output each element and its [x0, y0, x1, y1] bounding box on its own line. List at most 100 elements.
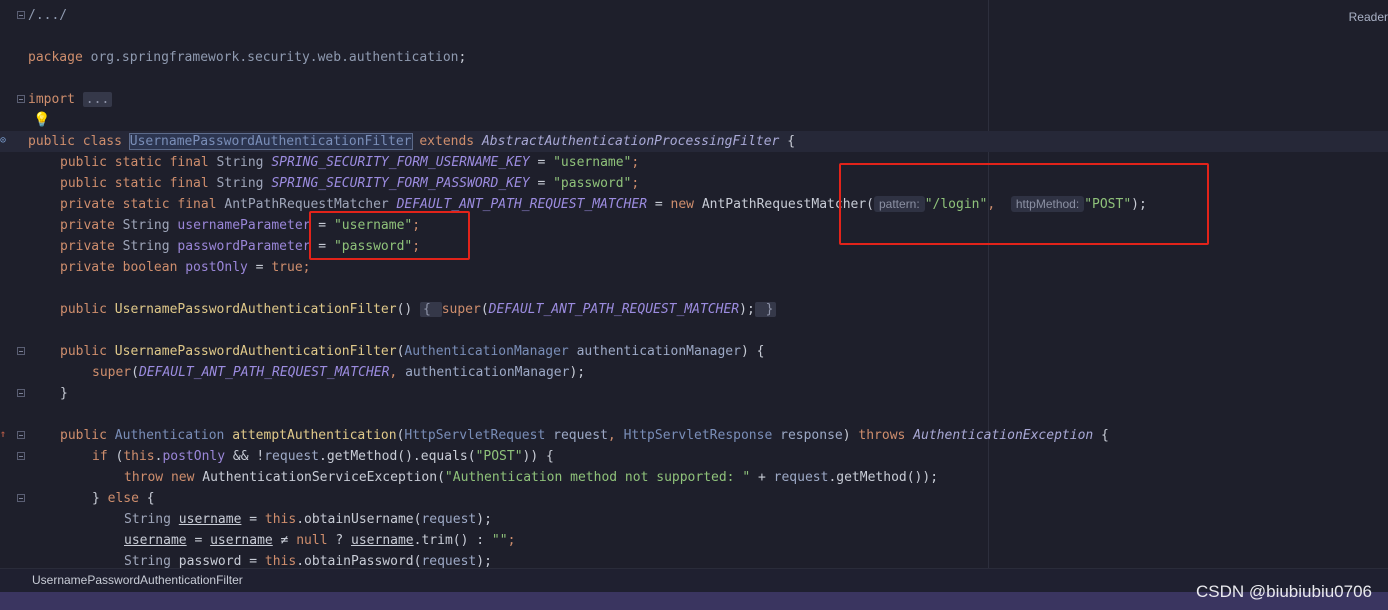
parameter-name: request	[264, 449, 320, 464]
folded-brace[interactable]: }	[754, 302, 777, 317]
punct: ;	[631, 155, 640, 170]
method-call: .obtainUsername(	[296, 512, 422, 527]
folded-brace[interactable]: {	[420, 302, 442, 317]
punct: );	[569, 365, 586, 380]
variable-name: username	[351, 533, 414, 548]
punct: (	[480, 302, 489, 317]
parameter-name: request	[421, 512, 477, 527]
operator: =	[241, 512, 265, 527]
field-name: postOnly	[185, 260, 248, 275]
type-name: String	[216, 176, 272, 191]
punct: {	[138, 491, 155, 506]
package-name: org.springframework.security.web.authent…	[90, 50, 459, 65]
code-line-super-call[interactable]: super(DEFAULT_ANT_PATH_REQUEST_MATCHER, …	[0, 362, 1388, 383]
keyword: public	[60, 428, 115, 443]
operator: && !	[225, 449, 265, 464]
punct: }	[92, 491, 108, 506]
parameter-name: request	[421, 554, 477, 568]
operator: =	[247, 260, 272, 275]
constant-name: SPRING_SECURITY_FORM_PASSWORD_KEY	[271, 176, 530, 191]
parameter-name: authenticationManager	[405, 365, 570, 380]
parameter-name: request	[553, 428, 608, 443]
bottom-strip	[0, 592, 1388, 610]
fold-toggle-icon[interactable]	[17, 431, 25, 439]
keyword: private boolean	[60, 260, 186, 275]
fold-toggle-icon[interactable]	[17, 347, 25, 355]
operator: =	[186, 533, 211, 548]
code-line-trim-username[interactable]: username = username ≠ null ? username.tr…	[0, 530, 1388, 551]
operator: =	[529, 176, 554, 191]
keyword: extends	[411, 134, 482, 149]
breadcrumb-class[interactable]: UsernamePasswordAuthenticationFilter	[32, 573, 243, 587]
collapsed-imports[interactable]: ...	[82, 92, 113, 107]
fold-toggle-icon[interactable]	[17, 11, 25, 19]
punct: ,	[607, 428, 624, 443]
type-name: String	[124, 554, 179, 568]
collapsed-header-comment[interactable]: /.../	[28, 8, 67, 23]
code-line-else[interactable]: } else {	[0, 488, 1388, 509]
superclass-name: AbstractAuthenticationProcessingFilter	[481, 134, 780, 149]
fold-toggle-icon[interactable]	[17, 95, 25, 103]
code-line-1[interactable]: /.../	[0, 5, 1388, 26]
literal: true	[271, 260, 303, 275]
operator: =	[529, 155, 554, 170]
keyword: private	[60, 239, 123, 254]
keyword: else	[107, 491, 139, 506]
punct: ;	[458, 50, 467, 65]
variable-name: password	[178, 554, 242, 568]
type-name: String	[122, 239, 178, 254]
type-name: HttpServletRequest	[404, 428, 554, 443]
fold-toggle-icon[interactable]	[17, 389, 25, 397]
code-line-empty[interactable]: 💡	[0, 110, 1388, 131]
type-name: AuthenticationManager	[404, 344, 577, 359]
punct: {	[779, 134, 796, 149]
string-literal: "POST"	[475, 449, 523, 464]
punct: ) {	[740, 344, 765, 359]
code-line-throw[interactable]: throw new AuthenticationServiceException…	[0, 467, 1388, 488]
code-line-obtain-username[interactable]: String username = this.obtainUsername(re…	[0, 509, 1388, 530]
constant-name: DEFAULT_ANT_PATH_REQUEST_MATCHER	[488, 302, 740, 317]
fold-toggle-icon[interactable]	[17, 494, 25, 502]
variable-name: username	[124, 533, 187, 548]
code-line-class-declaration[interactable]: ⊙ public class UsernamePasswordAuthentic…	[0, 131, 1388, 152]
fold-toggle-icon[interactable]	[17, 452, 25, 460]
variable-name: username	[210, 533, 273, 548]
constructor-name: UsernamePasswordAuthenticationFilter	[114, 302, 397, 317]
highlight-box-login-matcher	[839, 163, 1209, 245]
code-line-if-post-only[interactable]: if (this.postOnly && !request.getMethod(…	[0, 446, 1388, 467]
keyword: super	[92, 365, 132, 380]
code-line-attempt-authentication[interactable]: ⇑ public Authentication attemptAuthentic…	[0, 425, 1388, 446]
class-name: UsernamePasswordAuthenticationFilter	[128, 133, 413, 150]
lightbulb-icon[interactable]: 💡	[33, 110, 50, 131]
code-line-post-only[interactable]: private boolean postOnly = true;	[0, 257, 1388, 278]
method-call: .getMethod().equals(	[319, 449, 476, 464]
watermark: CSDN @biubiubiu0706	[1195, 582, 1372, 601]
punct: }	[60, 386, 68, 401]
constant-name: DEFAULT_ANT_PATH_REQUEST_MATCHER	[396, 197, 648, 212]
highlight-box-parameters	[309, 211, 470, 260]
code-line-obtain-password[interactable]: String password = this.obtainPassword(re…	[0, 551, 1388, 568]
operator: ?	[327, 533, 352, 548]
code-line-manager-constructor[interactable]: public UsernamePasswordAuthenticationFil…	[0, 341, 1388, 362]
type-name: Authentication	[114, 428, 233, 443]
string-literal: "username"	[553, 155, 632, 170]
type-name: HttpServletResponse	[623, 428, 781, 443]
type-name: String	[122, 218, 178, 233]
punct: );	[476, 512, 492, 527]
method-name: attemptAuthentication	[232, 428, 397, 443]
keyword: if	[92, 449, 116, 464]
implemented-marker-icon[interactable]: ⊙	[0, 136, 6, 146]
parameter-name: request	[773, 470, 829, 485]
override-marker-icon[interactable]: ⇑	[0, 430, 6, 440]
keyword: super	[441, 302, 481, 317]
field-name: passwordParameter	[177, 239, 311, 254]
keyword: package	[28, 50, 83, 65]
code-editor[interactable]: Reader /.../ package org.springframework…	[0, 0, 1388, 568]
variable-name: username	[178, 512, 242, 527]
punct: ;	[302, 260, 311, 275]
code-line-close-brace[interactable]: }	[0, 383, 1388, 404]
code-line-default-constructor[interactable]: public UsernamePasswordAuthenticationFil…	[0, 299, 1388, 320]
code-line-package[interactable]: package org.springframework.security.web…	[0, 47, 1388, 68]
code-line-import[interactable]: import ...	[0, 89, 1388, 110]
constant-name: DEFAULT_ANT_PATH_REQUEST_MATCHER	[138, 365, 390, 380]
